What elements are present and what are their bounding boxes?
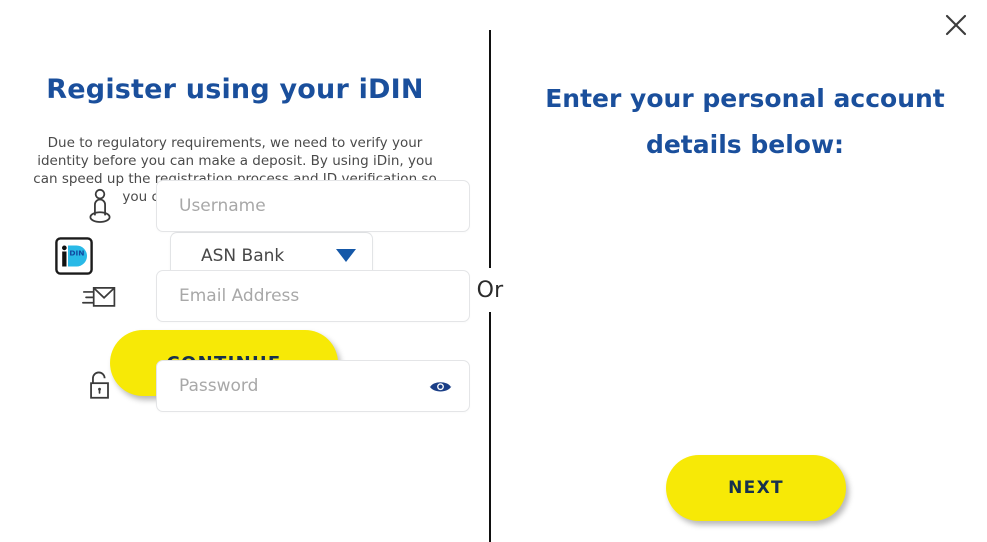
username-input-wrapper[interactable] — [156, 180, 470, 232]
account-panel-title: Enter your personal account details belo… — [520, 76, 970, 168]
email-field-row — [80, 270, 470, 322]
email-input[interactable] — [179, 286, 455, 306]
user-icon — [80, 184, 120, 228]
password-field-row — [80, 360, 470, 412]
bank-select-value: ASN Bank — [201, 245, 285, 266]
email-send-icon — [80, 274, 120, 318]
svg-text:DIN: DIN — [69, 249, 84, 258]
username-field-row — [80, 180, 470, 232]
eye-icon — [429, 380, 452, 391]
chevron-down-icon — [336, 249, 356, 262]
account-panel-title-line1: Enter your personal account — [545, 84, 945, 113]
toggle-password-visibility-button[interactable] — [426, 378, 455, 395]
password-input[interactable] — [179, 376, 426, 396]
password-input-wrapper[interactable] — [156, 360, 470, 412]
account-panel-title-line2: details below: — [645, 130, 845, 159]
idin-panel-title: Register using your iDIN — [46, 74, 424, 105]
unlock-icon — [80, 364, 120, 408]
next-button[interactable]: NEXT — [666, 455, 846, 521]
idin-registration-dialog: Register using your iDIN Due to regulato… — [0, 0, 987, 542]
email-input-wrapper[interactable] — [156, 270, 470, 322]
username-input[interactable] — [179, 196, 455, 216]
